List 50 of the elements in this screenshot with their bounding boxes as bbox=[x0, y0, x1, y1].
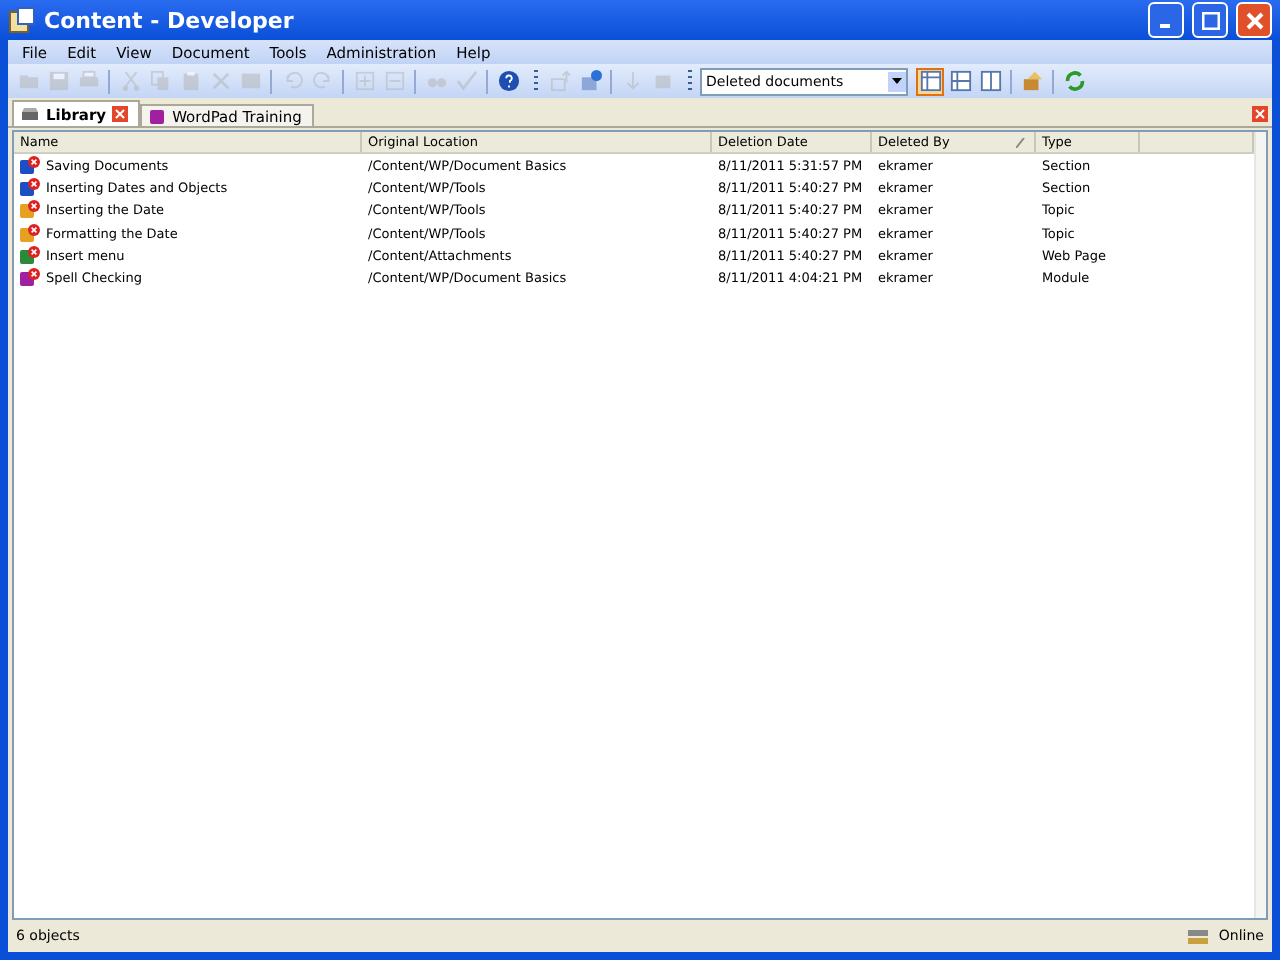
close-button[interactable] bbox=[1236, 2, 1272, 38]
cut-icon bbox=[119, 70, 141, 92]
caret-icon bbox=[892, 78, 902, 84]
help-button[interactable] bbox=[494, 67, 522, 95]
redo-icon bbox=[311, 70, 333, 92]
app-icon bbox=[8, 6, 36, 34]
book-icon bbox=[20, 155, 40, 176]
minimize-button[interactable] bbox=[1148, 2, 1184, 38]
library-icon bbox=[20, 106, 40, 122]
server-icon bbox=[1186, 927, 1211, 945]
maximize-button[interactable] bbox=[1192, 2, 1228, 38]
scrollbar[interactable] bbox=[1254, 132, 1266, 918]
globe-icon bbox=[20, 245, 40, 266]
delete-icon bbox=[209, 70, 231, 92]
open-icon bbox=[17, 70, 39, 92]
window-title: Content - Developer bbox=[44, 7, 296, 33]
view-horizontal-button[interactable] bbox=[946, 67, 974, 95]
view-vertical-button[interactable] bbox=[976, 67, 1004, 95]
view-details-icon bbox=[919, 70, 941, 92]
book-icon bbox=[148, 107, 167, 125]
share-icon bbox=[651, 70, 673, 92]
maximize-icon bbox=[1201, 11, 1219, 29]
close-tab-icon[interactable] bbox=[112, 106, 129, 122]
page-icon bbox=[20, 200, 40, 221]
refresh-icon bbox=[1063, 70, 1085, 92]
view-details-button[interactable] bbox=[916, 67, 944, 95]
undo-icon bbox=[281, 70, 303, 92]
expand-icon bbox=[353, 70, 375, 92]
print-icon bbox=[77, 70, 99, 92]
spell-icon bbox=[455, 70, 477, 92]
close-icon bbox=[1245, 11, 1263, 29]
close-panel-icon[interactable] bbox=[1252, 106, 1268, 122]
refresh-button[interactable] bbox=[1060, 67, 1088, 95]
help-icon bbox=[497, 70, 519, 92]
properties-icon bbox=[239, 70, 261, 92]
up-icon bbox=[549, 70, 571, 92]
restore-icon bbox=[1021, 70, 1043, 92]
collapse-icon bbox=[383, 70, 405, 92]
view-horizontal-icon bbox=[949, 70, 971, 92]
restore-button[interactable] bbox=[1018, 67, 1046, 95]
view-vertical-icon bbox=[979, 70, 1001, 92]
copy-icon bbox=[149, 70, 171, 92]
page-icon bbox=[20, 223, 40, 244]
paste-icon bbox=[179, 70, 201, 92]
book-icon bbox=[20, 177, 40, 198]
save-icon bbox=[47, 70, 69, 92]
book-icon bbox=[20, 268, 40, 289]
publish-button[interactable] bbox=[576, 67, 604, 95]
down-icon bbox=[621, 70, 643, 92]
publish-icon bbox=[579, 70, 601, 92]
